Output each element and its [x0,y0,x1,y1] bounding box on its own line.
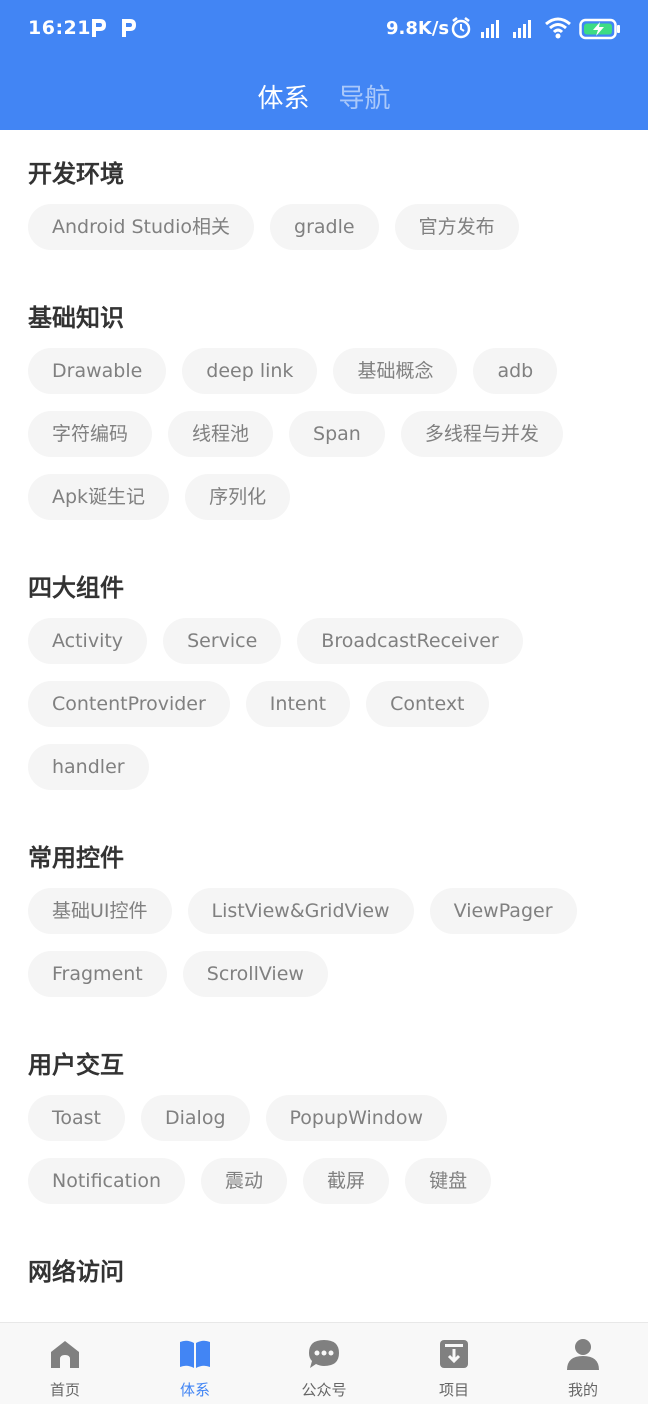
status-bar: 16:21 9.8K/s [0,0,648,58]
tab-system[interactable]: 体系 [257,78,309,115]
tag-chip[interactable]: BroadcastReceiver [297,618,523,664]
wifi-icon [545,17,571,39]
tag-chip[interactable]: Context [366,681,489,727]
tag-chip[interactable]: ListView&GridView [187,888,414,934]
nav-official-accounts[interactable]: 公众号 [259,1323,389,1404]
tag-list: Android Studio相关 gradle 官方发布 [28,204,628,267]
tag-chip[interactable]: 线程池 [168,411,274,457]
tag-list: Toast Dialog PopupWindow Notification 震动… [28,1095,628,1221]
section-dev-env: 开发环境 Android Studio相关 gradle 官方发布 [0,150,648,267]
user-icon [567,1339,599,1370]
bottom-navigation: 首页 体系 公众号 项目 我的 [0,1322,648,1404]
tag-chip[interactable]: 官方发布 [394,204,519,250]
tag-chip[interactable]: 键盘 [405,1158,492,1204]
section-title: 四大组件 [28,574,124,602]
tag-chip[interactable]: 基础概念 [333,348,458,394]
nav-label: 首页 [49,1381,80,1399]
tag-chip[interactable]: Span [289,411,385,457]
tag-list: Drawable deep link 基础概念 adb 字符编码 线程池 Spa… [28,348,628,537]
section-user-interaction: 用户交互 Toast Dialog PopupWindow Notificati… [0,1041,648,1221]
tag-chip[interactable]: Toast [28,1095,125,1141]
tag-chip[interactable]: Notification [28,1158,186,1204]
tab-navigation[interactable]: 导航 [339,78,391,115]
tag-chip[interactable]: gradle [270,204,379,250]
nav-label: 公众号 [301,1381,347,1399]
project-box-icon [440,1340,468,1368]
battery-charging-icon [579,18,620,40]
tag-list: 基础UI控件 ListView&GridView ViewPager Fragm… [28,888,628,1014]
tag-chip[interactable]: Dialog [141,1095,250,1141]
tag-chip[interactable]: 基础UI控件 [28,888,172,934]
system-content[interactable]: 开发环境 Android Studio相关 gradle 官方发布 基础知识 D… [0,130,648,1322]
network-speed: 9.8K/s [386,18,450,39]
tag-chip[interactable]: ScrollView [182,951,328,997]
tag-chip[interactable]: handler [28,744,149,790]
chat-icon [309,1340,339,1368]
nav-system[interactable]: 体系 [130,1323,260,1404]
section-title: 开发环境 [28,160,124,188]
p-icon [92,19,106,37]
tag-chip[interactable]: 震动 [201,1158,288,1204]
p-icon [122,19,136,37]
section-title: 常用控件 [28,844,124,872]
section-network-access: 网络访问 [0,1248,648,1296]
tag-chip[interactable]: Intent [245,681,351,727]
tag-chip[interactable]: Activity [28,618,148,664]
tag-chip[interactable]: 多线程与并发 [400,411,563,457]
tag-chip[interactable]: ContentProvider [28,681,230,727]
tag-chip[interactable]: Android Studio相关 [28,204,255,250]
nav-label: 我的 [567,1381,598,1399]
tag-chip[interactable]: ViewPager [429,888,577,934]
tag-chip[interactable]: adb [473,348,558,394]
nav-projects[interactable]: 项目 [389,1323,519,1404]
tag-chip[interactable]: Drawable [28,348,167,394]
status-time: 16:21 [28,17,91,39]
app-root: 16:21 9.8K/s 体系 导航 开发环境 Android Studio相关… [0,0,648,1404]
tag-chip[interactable]: deep link [182,348,318,394]
tag-chip[interactable]: 序列化 [185,474,291,520]
section-title: 用户交互 [28,1051,124,1079]
nav-mine[interactable]: 我的 [518,1323,648,1404]
nav-home[interactable]: 首页 [0,1323,130,1404]
book-icon [180,1340,210,1368]
tag-list: Activity Service BroadcastReceiver Conte… [28,618,628,807]
tag-chip[interactable]: 截屏 [303,1158,390,1204]
section-common-widgets: 常用控件 基础UI控件 ListView&GridView ViewPager … [0,834,648,1014]
tag-chip[interactable]: PopupWindow [265,1095,448,1141]
signal-icon [513,20,531,38]
nav-label: 体系 [179,1381,210,1399]
header-bar: 16:21 9.8K/s 体系 导航 [0,0,648,130]
section-basics: 基础知识 Drawable deep link 基础概念 adb 字符编码 线程… [0,294,648,537]
home-icon [51,1341,79,1368]
section-title: 网络访问 [28,1258,124,1286]
tag-chip[interactable]: Apk诞生记 [28,474,170,520]
section-four-components: 四大组件 Activity Service BroadcastReceiver … [0,564,648,807]
signal-hd-icon [481,20,499,38]
header-tabs: 体系 导航 [0,78,648,118]
tag-chip[interactable]: Service [163,618,282,664]
tag-chip[interactable]: 字符编码 [28,411,153,457]
tag-chip[interactable]: Fragment [28,951,167,997]
alarm-icon [451,17,471,39]
nav-label: 项目 [438,1381,469,1399]
section-title: 基础知识 [28,304,124,332]
